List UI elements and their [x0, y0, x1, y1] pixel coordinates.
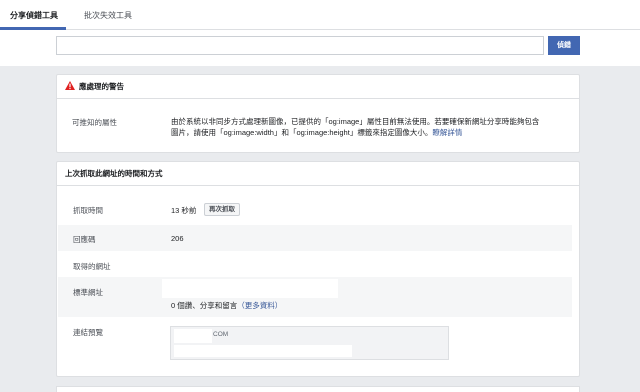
tab-bar: 分享偵錯工具 批次失效工具: [0, 0, 640, 30]
warnings-card-header: 應處理的警告: [57, 75, 579, 99]
top-bar: 分享偵錯工具 批次失效工具 偵錯: [0, 0, 640, 66]
scrape-again-button[interactable]: 再次抓取: [204, 203, 240, 216]
link-preview-label: 連結預覽: [73, 328, 103, 337]
preview-domain: COM: [213, 331, 229, 338]
active-tab-indicator: [0, 27, 66, 30]
fetched-url-row: 取得的網址: [58, 251, 572, 277]
fetch-time-row: 抓取時間 13 秒前 再次抓取: [58, 199, 572, 225]
engagement-text: 0 個讚、分享和留言: [171, 301, 238, 310]
url-input[interactable]: [56, 36, 544, 55]
scrape-info-card: 上次抓取此網址的時間和方式 抓取時間 13 秒前 再次抓取 回應碼 206 取得…: [56, 161, 580, 377]
learn-more-link[interactable]: 瞭解詳情: [432, 128, 462, 137]
warnings-card-title: 應處理的警告: [79, 82, 124, 91]
more-info-link[interactable]: （更多資料）: [237, 301, 282, 310]
canonical-url-row: 標準網址 0 個讚、分享和留言（更多資料）: [58, 277, 572, 317]
link-preview-box[interactable]: COM: [170, 326, 449, 360]
debug-button[interactable]: 偵錯: [548, 36, 580, 55]
fetched-url-label: 取得的網址: [73, 262, 111, 271]
response-code-row: 回應碼 206: [58, 225, 572, 251]
response-code-value: 206: [171, 234, 184, 243]
warning-message: 由於系統以非同步方式處理新圖像，已提供的「og:image」屬性目前無法使用。若…: [171, 117, 540, 137]
fetch-time-label: 抓取時間: [73, 206, 103, 215]
tab-batch-invalidator[interactable]: 批次失效工具: [84, 10, 132, 21]
warning-text: 由於系統以非同步方式處理新圖像，已提供的「og:image」屬性目前無法使用。若…: [171, 116, 541, 138]
next-card: [56, 386, 580, 392]
fetch-time-value: 13 秒前: [171, 206, 197, 215]
tab-sharing-debugger[interactable]: 分享偵錯工具: [10, 10, 58, 21]
redacted-preview-title: [174, 345, 352, 357]
redacted-url: [162, 279, 338, 298]
warnings-card: 應處理的警告 可推知的屬性 由於系統以非同步方式處理新圖像，已提供的「og:im…: [56, 74, 580, 153]
warning-triangle-icon: [65, 81, 75, 90]
scrape-info-header: 上次抓取此網址的時間和方式: [57, 162, 579, 186]
redacted-preview-domain: [174, 329, 212, 343]
response-code-label: 回應碼: [73, 235, 96, 244]
warning-label: 可推知的屬性: [72, 118, 117, 127]
engagement-count: 0 個讚、分享和留言（更多資料）: [171, 300, 282, 311]
canonical-url-label: 標準網址: [73, 288, 103, 297]
